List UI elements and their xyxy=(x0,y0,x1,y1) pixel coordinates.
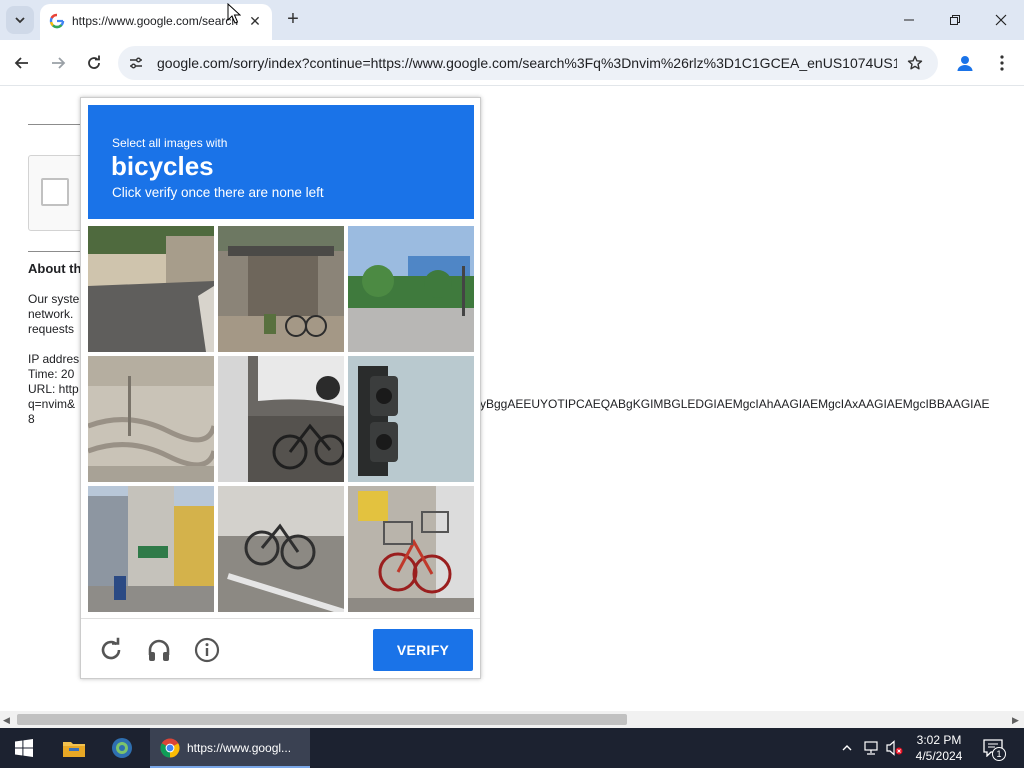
bookmark-star-icon[interactable] xyxy=(904,53,926,73)
url-text[interactable]: google.com/sorry/index?continue=https://… xyxy=(157,55,897,71)
image-tile-4[interactable] xyxy=(88,356,214,482)
tab-close-icon[interactable]: ✕ xyxy=(246,12,264,30)
arrow-left-icon xyxy=(14,57,28,69)
reload-challenge-icon[interactable] xyxy=(97,636,125,664)
volume-muted-icon[interactable] xyxy=(885,738,905,758)
chrome-icon xyxy=(160,738,180,758)
tab-search-button[interactable] xyxy=(6,6,34,34)
recaptcha-checkbox[interactable] xyxy=(41,178,69,206)
notification-count-badge: 1 xyxy=(992,747,1006,761)
request-info-line: Time: 20 xyxy=(28,367,75,381)
minimize-button[interactable] xyxy=(886,0,932,40)
recaptcha-anchor-box xyxy=(28,155,88,231)
image-tile-9[interactable] xyxy=(348,486,474,612)
image-tile-5[interactable] xyxy=(218,356,344,482)
tab-title: https://www.google.com/search xyxy=(72,14,239,28)
image-tile-8[interactable] xyxy=(218,486,344,612)
reload-icon xyxy=(88,55,100,69)
divider xyxy=(28,251,88,252)
challenge-target: bicycles xyxy=(111,151,214,181)
footer-divider xyxy=(81,618,480,619)
headphones-icon[interactable] xyxy=(145,636,173,664)
recaptcha-challenge-dialog: Select all images with bicycles Click ve… xyxy=(80,97,481,679)
about-line: requests xyxy=(28,322,75,336)
menu-kebab-icon[interactable] xyxy=(990,49,1014,77)
image-grid xyxy=(88,226,474,612)
challenge-header: Select all images with bicycles Click ve… xyxy=(88,105,474,219)
scroll-left-icon[interactable]: ◀ xyxy=(3,715,10,726)
new-tab-button[interactable]: + xyxy=(282,8,304,30)
image-tile-3[interactable] xyxy=(348,226,474,352)
close-icon xyxy=(995,14,1007,26)
image-tile-7[interactable] xyxy=(88,486,214,612)
request-info-line: URL: http xyxy=(28,382,79,396)
scroll-right-icon[interactable]: ▶ xyxy=(1012,715,1019,726)
network-icon[interactable] xyxy=(861,738,881,758)
request-info-line: 8 xyxy=(28,412,35,426)
file-explorer-icon[interactable] xyxy=(52,728,96,768)
windows-taskbar: https://www.googl... 3:02 PM 4/5/2024 1 xyxy=(0,728,1024,768)
verify-button[interactable]: VERIFY xyxy=(373,629,473,671)
windows-logo-icon xyxy=(15,739,33,757)
restore-icon xyxy=(950,15,960,25)
challenge-subinstruction: Click verify once there are none left xyxy=(112,185,324,200)
profile-avatar-icon[interactable] xyxy=(951,49,979,77)
image-tile-1[interactable] xyxy=(88,226,214,352)
site-info-icon[interactable] xyxy=(126,53,146,73)
request-info: IP addres Time: 20 URL: http q=nvim& 8 xyxy=(28,352,79,427)
taskbar-chrome-label: https://www.googl... xyxy=(187,741,292,755)
minimize-icon xyxy=(904,19,914,21)
close-window-button[interactable] xyxy=(978,0,1024,40)
horizontal-scrollbar[interactable]: ◀ ▶ xyxy=(0,711,1024,728)
google-favicon-icon xyxy=(49,13,65,29)
about-line: network. xyxy=(28,307,74,321)
forward-button[interactable] xyxy=(44,49,72,77)
about-heading: About th xyxy=(28,261,82,276)
browser-app-icon[interactable] xyxy=(100,728,144,768)
taskbar-chrome-window[interactable]: https://www.googl... xyxy=(150,728,310,768)
back-button[interactable] xyxy=(8,49,36,77)
divider xyxy=(28,124,88,125)
about-text: Our syste network. requests xyxy=(28,292,79,337)
restore-button[interactable] xyxy=(932,0,978,40)
request-info-line: q=nvim& xyxy=(28,397,76,411)
mouse-cursor-icon xyxy=(227,3,241,24)
image-tile-2[interactable] xyxy=(218,226,344,352)
chevron-up-icon[interactable] xyxy=(837,738,857,758)
request-info-line: IP addres xyxy=(28,352,80,366)
address-bar[interactable]: google.com/sorry/index?continue=https://… xyxy=(118,46,938,80)
clock-date: 4/5/2024 xyxy=(915,749,963,763)
about-line: Our syste xyxy=(28,292,80,306)
system-clock[interactable]: 3:02 PM 4/5/2024 xyxy=(906,732,972,764)
challenge-instruction: Select all images with xyxy=(112,136,228,150)
chevron-down-icon xyxy=(15,17,25,24)
reload-button[interactable] xyxy=(80,49,108,77)
browser-titlebar: https://www.google.com/search ✕ + xyxy=(0,0,1024,40)
request-url-fragment: yBggAEEUYOTIPCAEQABgKGIMBGLEDGIAEMgcIAhA… xyxy=(480,397,990,411)
start-button[interactable] xyxy=(0,728,48,768)
browser-toolbar: google.com/sorry/index?continue=https://… xyxy=(0,40,1024,86)
image-tile-6[interactable] xyxy=(348,356,474,482)
scrollbar-thumb[interactable] xyxy=(17,714,627,725)
info-icon[interactable] xyxy=(193,636,221,664)
arrow-right-icon xyxy=(52,57,66,69)
clock-time: 3:02 PM xyxy=(916,733,962,747)
